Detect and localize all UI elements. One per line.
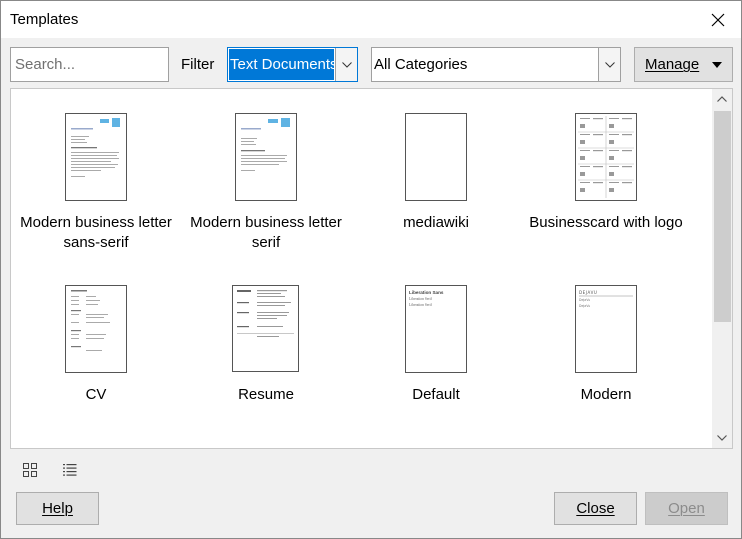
blank-page-thumbnail <box>405 113 467 201</box>
template-label: Resume <box>238 386 294 403</box>
filter-dropdown[interactable]: Text Documents <box>227 47 358 82</box>
filter-selected-value: Text Documents <box>229 49 338 80</box>
close-window-button[interactable] <box>695 1 741 38</box>
default-thumb-heading: Liberation Sans <box>409 290 444 295</box>
vertical-scrollbar[interactable] <box>712 89 732 448</box>
category-selected-value: All Categories <box>374 56 468 73</box>
business-letter-thumbnail <box>65 113 127 201</box>
open-button[interactable]: Open <box>645 492 728 525</box>
template-label: CV <box>85 386 107 403</box>
search-input[interactable] <box>10 47 169 82</box>
cv-thumbnail <box>65 285 127 373</box>
list-view-icon <box>63 464 77 476</box>
filter-label: Filter <box>181 56 215 73</box>
modern-thumb-heading: DEJAVU <box>579 290 597 295</box>
close-button-label: Close <box>576 500 615 517</box>
default-thumbnail: Liberation Sans Liberation Serif Liberat… <box>405 285 467 373</box>
grid-view-icon <box>23 463 37 477</box>
open-button-label: Open <box>668 500 705 517</box>
template-label: Modern <box>580 386 632 403</box>
chevron-down-icon <box>717 435 727 441</box>
resume-thumbnail <box>232 285 299 372</box>
scrollbar-thumb[interactable] <box>714 111 731 322</box>
manage-button-label: Manage <box>645 56 700 73</box>
template-label: Modern business letter sans-serif <box>20 214 172 251</box>
template-label: Modern business letter serif <box>190 214 342 251</box>
template-label: Default <box>412 386 460 403</box>
list-view-button[interactable] <box>58 459 82 481</box>
modern-thumbnail: DEJAVU DejaVu DejaVu <box>575 285 637 373</box>
modern-thumb-line: DejaVu <box>579 304 590 308</box>
default-thumb-line: Liberation Serif <box>409 297 433 301</box>
default-thumb-line: Liberation Serif <box>409 303 433 307</box>
help-button-label: Help <box>42 500 73 517</box>
dialog-title: Templates <box>10 11 79 28</box>
title-bar: Templates <box>1 1 741 38</box>
close-button[interactable]: Close <box>554 492 637 525</box>
help-button[interactable]: Help <box>16 492 99 525</box>
modern-thumb-line: DejaVu <box>579 298 590 302</box>
template-label: mediawiki <box>403 214 469 231</box>
caret-down-icon <box>712 62 722 68</box>
business-letter-thumbnail <box>235 113 297 201</box>
scroll-up-button[interactable] <box>712 89 732 109</box>
manage-button[interactable]: Manage <box>634 47 733 82</box>
chevron-down-icon[interactable] <box>335 48 357 81</box>
category-dropdown[interactable]: All Categories <box>371 47 621 82</box>
chevron-up-icon <box>717 96 727 102</box>
templates-dialog: Templates Filter Text Documents All Cate… <box>0 0 742 539</box>
template-grid: Modern business letter sans-serif Modern… <box>11 89 714 448</box>
business-cards-thumbnail <box>575 113 637 201</box>
scroll-down-button[interactable] <box>712 428 732 448</box>
template-label: Businesscard with logo <box>529 214 683 231</box>
close-icon <box>711 13 725 26</box>
thumbnail-view-button[interactable] <box>18 459 42 481</box>
template-view[interactable]: Modern business letter sans-serif Modern… <box>10 88 733 449</box>
chevron-down-icon[interactable] <box>598 48 620 81</box>
